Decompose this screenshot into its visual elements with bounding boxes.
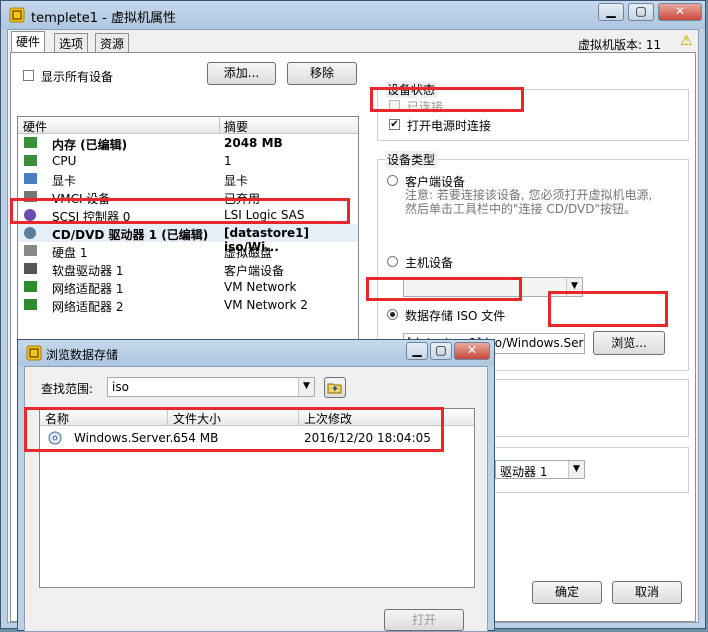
- hardware-row-name: CD/DVD 驱动器 1 (已编辑): [52, 228, 209, 242]
- hardware-row[interactable]: 网络适配器 1 VM Network: [18, 278, 358, 296]
- warning-icon: ⚠: [680, 33, 693, 49]
- chevron-down-icon: ▼: [298, 378, 314, 396]
- hard-disk-icon: [24, 245, 37, 256]
- connect-at-power-on-checkbox[interactable]: ✔: [389, 119, 400, 130]
- browse-button[interactable]: 浏览...: [593, 331, 665, 355]
- minimize-button[interactable]: ▁: [598, 3, 624, 21]
- vsphere-app-icon: [9, 7, 25, 23]
- ok-button[interactable]: 确定: [532, 581, 602, 604]
- look-in-value: iso: [112, 380, 129, 394]
- look-in-label: 查找范围:: [41, 382, 94, 396]
- hardware-row-name: 网络适配器 2: [52, 300, 124, 314]
- hardware-row-summary: 客户端设备: [224, 264, 285, 278]
- device-type-title: 设备类型: [385, 151, 438, 168]
- look-in-combo[interactable]: iso ▼: [107, 377, 315, 397]
- minimize-icon: ▁: [606, 4, 616, 18]
- hardware-list-header: 硬件 摘要: [18, 117, 358, 134]
- browse-datastore-dialog: 浏览数据存储 ▁ ▢ ✕ 查找范围: iso ▼ 名称 文件大小 上次修改 Wi…: [17, 339, 495, 632]
- up-folder-button[interactable]: [324, 377, 346, 398]
- hardware-row-summary: 1: [224, 154, 232, 168]
- up-folder-icon: [327, 383, 342, 394]
- highlight-connect-at-power-on: [370, 87, 524, 112]
- close-icon: ✕: [466, 343, 478, 357]
- hardware-row-name: CPU: [52, 154, 77, 168]
- window-title: templete1 - 虚拟机属性: [31, 11, 176, 26]
- hardware-row-summary: VM Network: [224, 280, 297, 294]
- client-device-note: 注意: 若要连接该设备, 您必须打开虚拟机电源, 然后单击工具栏中的"连接 CD…: [405, 188, 653, 216]
- cd-dvd-icon: [24, 227, 36, 239]
- hardware-row[interactable]: 显卡 显卡: [18, 170, 358, 188]
- maximize-icon: ▢: [435, 343, 447, 357]
- remove-device-button[interactable]: 移除: [287, 62, 357, 85]
- chevron-down-icon: ▼: [568, 461, 584, 478]
- cancel-button[interactable]: 取消: [612, 581, 682, 604]
- tab-resources[interactable]: 资源: [95, 33, 130, 52]
- network-adapter-icon: [24, 299, 37, 310]
- highlight-cd-dvd-row: [10, 198, 350, 224]
- client-device-radio[interactable]: [387, 175, 398, 186]
- dialog-title: 浏览数据存储: [46, 348, 119, 362]
- hardware-row-summary: 2048 MB: [224, 136, 283, 150]
- highlight-datastore-iso: [366, 277, 522, 301]
- col-summary[interactable]: 摘要: [224, 118, 248, 135]
- virtual-device-node-combo[interactable]: 驱动器 1 ▼: [495, 460, 585, 479]
- hardware-row-name: 网络适配器 1: [52, 282, 124, 296]
- floppy-drive-icon: [24, 263, 37, 274]
- dialog-minimize-button[interactable]: ▁: [406, 342, 428, 360]
- highlight-file-row: [24, 407, 444, 452]
- hardware-row[interactable]: 网络适配器 2 VM Network 2: [18, 296, 358, 314]
- highlight-browse-button: [548, 291, 668, 327]
- maximize-button[interactable]: ▢: [628, 3, 654, 21]
- datastore-iso-radio[interactable]: [387, 309, 398, 320]
- hardware-row-name: 软盘驱动器 1: [52, 264, 124, 278]
- host-device-radio[interactable]: [387, 256, 398, 267]
- network-adapter-icon: [24, 281, 37, 292]
- close-button[interactable]: ✕: [658, 3, 702, 21]
- dialog-maximize-button[interactable]: ▢: [430, 342, 452, 360]
- hardware-row[interactable]: 软盘驱动器 1 客户端设备: [18, 260, 358, 278]
- hardware-row-name: 显卡: [52, 174, 77, 188]
- hardware-row[interactable]: CPU 1: [18, 152, 358, 170]
- video-card-icon: [24, 173, 37, 184]
- show-all-devices-label: 显示所有设备: [41, 70, 114, 84]
- hardware-row-summary: 虚拟磁盘: [224, 246, 273, 260]
- virtual-device-node-value: 驱动器 1: [500, 465, 548, 479]
- maximize-icon: ▢: [635, 4, 647, 18]
- hardware-row[interactable]: 硬盘 1 虚拟磁盘: [18, 242, 358, 260]
- dialog-client: 查找范围: iso ▼ 名称 文件大小 上次修改 Windows.Server.…: [24, 366, 488, 632]
- col-hardware[interactable]: 硬件: [23, 118, 47, 135]
- vsphere-app-icon: [26, 345, 42, 361]
- hardware-row[interactable]: CD/DVD 驱动器 1 (已编辑) [datastore1] iso/Wi...: [18, 224, 358, 254]
- tab-options[interactable]: 选项: [54, 33, 89, 52]
- dialog-close-button[interactable]: ✕: [454, 342, 490, 360]
- open-button[interactable]: 打开: [384, 609, 464, 631]
- hardware-row-summary: 显卡: [224, 174, 249, 188]
- show-all-devices-checkbox[interactable]: [23, 70, 34, 81]
- hardware-row-name: 硬盘 1: [52, 246, 88, 260]
- connect-at-power-on-label: 打开电源时连接: [407, 119, 492, 133]
- title-bar[interactable]: templete1 - 虚拟机属性 ▁ ▢ ✕: [1, 1, 705, 29]
- hardware-row-name: 内存 (已编辑): [52, 138, 128, 152]
- cpu-icon: [24, 155, 37, 166]
- close-icon: ✕: [674, 4, 686, 18]
- tab-hardware[interactable]: 硬件: [11, 31, 46, 53]
- hardware-row[interactable]: 内存 (已编辑) 2048 MB: [18, 134, 358, 152]
- hardware-row-summary: VM Network 2: [224, 298, 308, 312]
- datastore-iso-label: 数据存储 ISO 文件: [405, 309, 506, 323]
- minimize-icon: ▁: [412, 343, 422, 357]
- add-device-button[interactable]: 添加...: [207, 62, 276, 85]
- dialog-title-bar[interactable]: 浏览数据存储 ▁ ▢ ✕: [18, 340, 494, 366]
- vm-version-label: 虚拟机版本: 11: [578, 38, 662, 52]
- memory-icon: [24, 137, 37, 148]
- host-device-label: 主机设备: [405, 256, 454, 270]
